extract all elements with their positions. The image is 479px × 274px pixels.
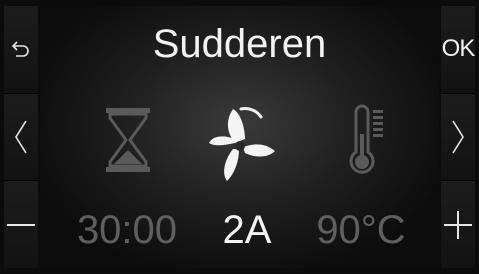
chevron-right-icon <box>450 119 466 155</box>
ok-button[interactable]: OK <box>441 6 475 94</box>
power-value[interactable]: 2A <box>206 208 288 253</box>
back-arrow-icon <box>10 38 32 60</box>
plus-icon <box>444 210 472 239</box>
plus-button[interactable] <box>441 181 475 269</box>
minus-button[interactable] <box>4 181 38 269</box>
hourglass-icon[interactable] <box>104 106 152 178</box>
program-title: Sudderen <box>152 22 327 66</box>
next-button[interactable] <box>441 93 475 182</box>
back-button[interactable] <box>4 6 38 94</box>
mixer-blade-icon[interactable] <box>205 103 279 187</box>
previous-button[interactable] <box>4 93 38 182</box>
temperature-value[interactable]: 90°C <box>306 208 416 253</box>
chevron-left-icon <box>13 119 29 155</box>
ok-label: OK <box>441 35 476 63</box>
timer-value[interactable]: 30:00 <box>66 208 188 253</box>
thermometer-icon[interactable] <box>346 104 388 184</box>
left-button-column <box>4 6 38 269</box>
minus-icon <box>7 223 35 227</box>
right-button-column: OK <box>441 6 475 269</box>
